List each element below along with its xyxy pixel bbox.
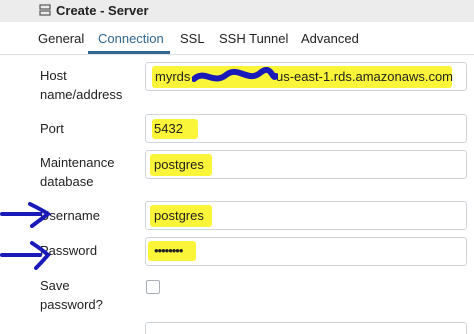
next-input[interactable]: [145, 322, 467, 334]
maintenance-db-label: Maintenance database: [40, 153, 114, 191]
tab-connection[interactable]: Connection: [98, 31, 164, 46]
username-value: postgres: [154, 208, 204, 223]
password-value: ••••••••: [154, 243, 183, 258]
save-password-checkbox[interactable]: [146, 280, 160, 294]
save-password-label-line2: password?: [40, 297, 103, 312]
maintenance-db-value: postgres: [154, 157, 204, 172]
tab-ssl[interactable]: SSL: [180, 31, 205, 46]
host-value-start: myrds: [155, 69, 191, 84]
maintenance-db-label-line2: database: [40, 174, 94, 189]
server-icon: [39, 4, 51, 16]
port-input[interactable]: 5432: [145, 114, 467, 143]
host-label-line1: Host: [40, 68, 67, 83]
maintenance-db-label-line1: Maintenance: [40, 155, 115, 170]
save-password-label: Save password?: [40, 276, 103, 314]
tab-ssh-tunnel[interactable]: SSH Tunnel: [219, 31, 288, 46]
active-tab-indicator: [88, 51, 170, 54]
port-label: Port: [40, 121, 64, 136]
dialog-title: Create - Server: [56, 3, 149, 18]
tab-general[interactable]: General: [38, 31, 84, 46]
host-label-line2: name/address: [40, 87, 123, 102]
port-value: 5432: [154, 121, 183, 136]
save-password-label-line1: Save: [40, 278, 70, 293]
arrow-annotation-icon: [0, 202, 52, 228]
username-input[interactable]: postgres: [145, 201, 467, 230]
tab-bar: General Connection SSL SSH Tunnel Advanc…: [0, 22, 474, 55]
maintenance-db-input[interactable]: postgres: [145, 150, 467, 179]
password-input[interactable]: ••••••••: [145, 237, 467, 266]
host-value-end: us-east-1.rds.amazonaws.com: [276, 69, 454, 84]
redaction-scribble: [192, 67, 278, 82]
tab-advanced[interactable]: Advanced: [301, 31, 359, 46]
host-label: Host name/address: [40, 66, 122, 104]
dialog-titlebar: Create - Server: [0, 0, 474, 23]
arrow-annotation-icon: [0, 241, 51, 270]
host-input[interactable]: myrds us-east-1.rds.amazonaws.com: [145, 62, 467, 91]
